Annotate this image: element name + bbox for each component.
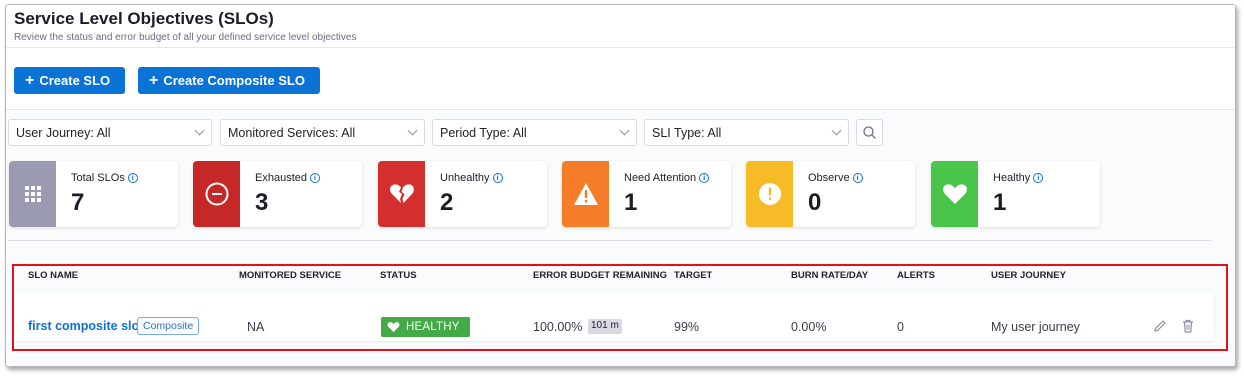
card-label: Need Attention: [624, 172, 697, 184]
card-value: 2: [440, 189, 454, 216]
column-header-alerts[interactable]: ALERTS: [897, 270, 935, 281]
page-subtitle: Review the status and error budget of al…: [14, 32, 357, 43]
status-text: HEALTHY: [406, 321, 460, 333]
error-budget-value: 100.00%: [533, 320, 583, 334]
filter-label: Monitored Services: All: [228, 125, 356, 140]
alerts-value: 0: [897, 320, 904, 334]
info-icon[interactable]: i: [699, 173, 710, 183]
plus-icon: +: [25, 71, 35, 89]
filter-label: Period Type: All: [440, 125, 527, 140]
column-header-error-budget[interactable]: ERROR BUDGET REMAINING: [533, 270, 667, 281]
column-header-target[interactable]: TARGET: [674, 270, 712, 281]
broken-heart-icon: [378, 161, 425, 227]
info-icon[interactable]: i: [309, 173, 320, 183]
card-label-wrap: Total SLOs i: [71, 172, 138, 184]
card-value: 7: [71, 189, 85, 216]
card-value: 3: [255, 189, 269, 216]
page-title: Service Level Objectives (SLOs): [14, 9, 274, 28]
search-icon: [863, 126, 876, 139]
create-slo-label: Create SLO: [39, 73, 111, 88]
card-label: Healthy: [993, 172, 1031, 184]
error-budget-time-chip: 101 m: [588, 319, 622, 334]
card-label-wrap: Healthy i: [993, 172, 1044, 184]
create-composite-slo-label: Create Composite SLO: [163, 73, 305, 88]
status-badge: HEALTHY: [381, 317, 470, 337]
exclamation-circle-icon: [746, 161, 793, 227]
need-attention-card[interactable]: Need Attention i 1: [562, 161, 731, 227]
total-slos-card[interactable]: Total SLOs i 7: [9, 161, 178, 227]
monitored-service-value: NA: [247, 320, 265, 334]
card-label: Unhealthy: [440, 172, 490, 184]
delete-button[interactable]: [1180, 318, 1196, 334]
column-header-slo-name[interactable]: SLO NAME: [28, 270, 78, 281]
observe-card[interactable]: Observe i 0: [746, 161, 915, 227]
sli-type-filter[interactable]: SLI Type: All: [644, 119, 849, 146]
trash-icon: [1183, 319, 1193, 333]
card-label-wrap: Need Attention i: [624, 172, 710, 184]
card-value: 0: [808, 189, 822, 216]
card-label-wrap: Observe i: [808, 172, 863, 184]
plus-icon: +: [149, 71, 159, 89]
exhausted-card[interactable]: Exhausted i 3: [193, 161, 362, 227]
info-icon[interactable]: i: [492, 173, 503, 183]
slo-name-link[interactable]: first composite slo: [28, 319, 139, 333]
info-icon[interactable]: i: [127, 173, 138, 183]
card-label-wrap: Exhausted i: [255, 172, 320, 184]
minus-circle-icon: [193, 161, 240, 227]
chevron-down-icon: [194, 125, 205, 136]
card-label: Exhausted: [255, 172, 307, 184]
column-header-monitored-service[interactable]: MONITORED SERVICE: [239, 270, 341, 281]
heart-icon: [931, 161, 978, 227]
user-journey-value: My user journey: [991, 320, 1080, 334]
card-label: Total SLOs: [71, 172, 125, 184]
search-button[interactable]: [856, 119, 883, 146]
column-header-user-journey[interactable]: USER JOURNEY: [991, 270, 1066, 281]
unhealthy-card[interactable]: Unhealthy i 2: [378, 161, 547, 227]
card-value: 1: [624, 189, 638, 216]
card-label-wrap: Unhealthy i: [440, 172, 503, 184]
heart-icon: [387, 322, 400, 332]
chevron-down-icon: [619, 125, 630, 136]
filter-label: SLI Type: All: [652, 125, 722, 140]
chevron-down-icon: [831, 125, 842, 136]
user-journey-filter[interactable]: User Journey: All: [8, 119, 212, 146]
target-value: 99%: [674, 320, 700, 334]
grid-icon: [9, 161, 56, 227]
filter-label: User Journey: All: [16, 125, 111, 140]
period-type-filter[interactable]: Period Type: All: [432, 119, 637, 146]
card-value: 1: [993, 189, 1007, 216]
column-header-status[interactable]: STATUS: [380, 270, 417, 281]
create-composite-slo-button[interactable]: + Create Composite SLO: [138, 67, 320, 94]
create-slo-button[interactable]: + Create SLO: [14, 67, 125, 94]
burn-rate-value: 0.00%: [791, 320, 827, 334]
info-icon[interactable]: i: [852, 173, 863, 183]
chevron-down-icon: [407, 125, 418, 136]
divider: [8, 240, 1211, 241]
actions-bar: + Create SLO + Create Composite SLO: [6, 48, 1235, 110]
composite-badge: Composite: [137, 317, 200, 335]
warning-icon: [562, 161, 609, 227]
card-label: Observe: [808, 172, 850, 184]
healthy-card[interactable]: Healthy i 1: [931, 161, 1100, 227]
monitored-services-filter[interactable]: Monitored Services: All: [220, 119, 425, 146]
info-icon[interactable]: i: [1033, 173, 1044, 183]
edit-button[interactable]: [1152, 318, 1168, 334]
column-header-burn-rate[interactable]: BURN RATE/DAY: [791, 270, 868, 281]
page-header: Service Level Objectives (SLOs) Review t…: [6, 5, 1235, 48]
pencil-icon: [1154, 320, 1166, 332]
